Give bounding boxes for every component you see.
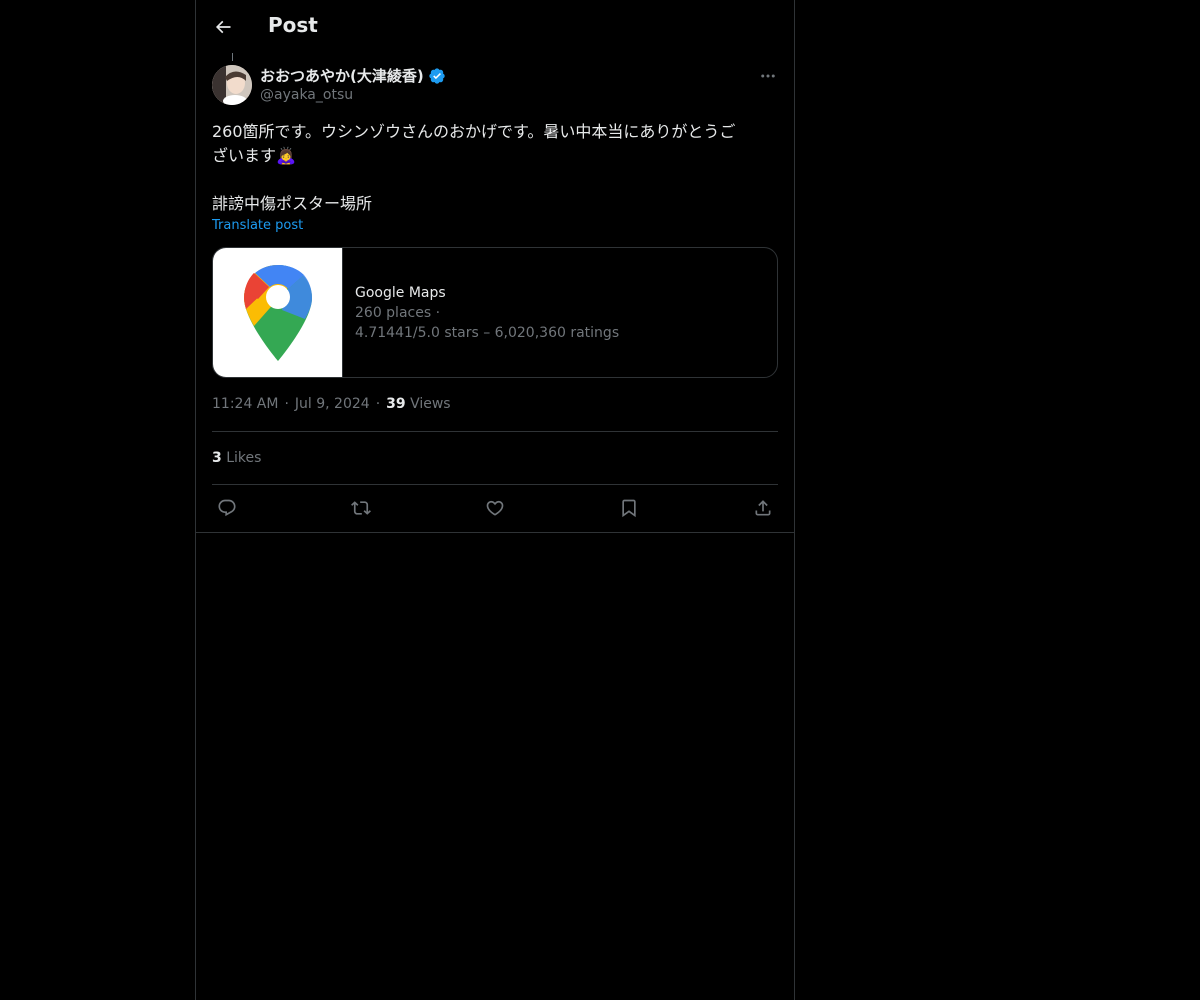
likes-link[interactable]: 3 Likes [212, 450, 261, 466]
post-time[interactable]: 11:24 AM [212, 396, 278, 412]
thread-line [232, 53, 233, 61]
post-bottom-border [196, 532, 794, 533]
reply-icon [218, 499, 236, 517]
heart-icon [486, 500, 504, 516]
google-maps-pin-icon [243, 264, 312, 361]
repost-icon [351, 501, 371, 515]
meta-separator: · [284, 396, 289, 412]
bookmark-button[interactable] [614, 494, 644, 522]
likes-count: 3 [212, 450, 222, 466]
more-button[interactable] [756, 66, 780, 86]
card-rating: 4.71441/5.0 stars – 6,020,360 ratings [355, 324, 620, 341]
avatar[interactable] [212, 65, 252, 105]
share-button[interactable] [748, 494, 778, 522]
post-text: 260箇所です。ウシンゾウさんのおかげです。暑い中本当にありがとうご ざいます🙇… [212, 122, 736, 213]
author-handle[interactable]: @ayaka_otsu [260, 87, 353, 103]
like-button[interactable] [480, 494, 510, 522]
reply-button[interactable] [212, 494, 242, 522]
card-title: Google Maps [355, 284, 446, 301]
translate-post-link[interactable]: Translate post [212, 218, 303, 233]
verified-badge-icon [429, 67, 445, 84]
header: Post [196, 0, 794, 53]
avatar-image [212, 65, 252, 105]
back-button[interactable] [208, 12, 238, 42]
views: 39 Views [386, 396, 450, 412]
display-name[interactable]: おおつあやか(大津綾香) [260, 65, 424, 86]
card-thumbnail [213, 248, 343, 377]
post-date[interactable]: Jul 9, 2024 [295, 396, 370, 412]
card-places: 260 places · [355, 304, 441, 321]
meta-separator: · [375, 396, 381, 412]
page-title: Post [268, 13, 318, 37]
post-column: Post おおつあやか(大津綾香) @ayaka_otsu 260箇所です。ウシ… [195, 0, 795, 1000]
share-icon [755, 500, 771, 516]
author-name-row[interactable]: おおつあやか(大津綾香) [260, 65, 446, 86]
divider [212, 484, 778, 485]
views-count: 39 [386, 396, 406, 412]
divider [212, 431, 778, 432]
link-card[interactable]: Google Maps 260 places · 4.71441/5.0 sta… [212, 247, 778, 378]
arrow-left-icon [215, 20, 231, 34]
post-meta: 11:24 AM · Jul 9, 2024 · 39 Views [212, 396, 451, 412]
views-label: Views [410, 396, 451, 412]
action-bar [212, 494, 778, 522]
bookmark-icon [622, 499, 636, 518]
more-horizontal-icon [761, 74, 775, 78]
repost-button[interactable] [346, 494, 376, 522]
likes-label: Likes [226, 450, 262, 466]
card-body: Google Maps 260 places · 4.71441/5.0 sta… [343, 248, 619, 377]
